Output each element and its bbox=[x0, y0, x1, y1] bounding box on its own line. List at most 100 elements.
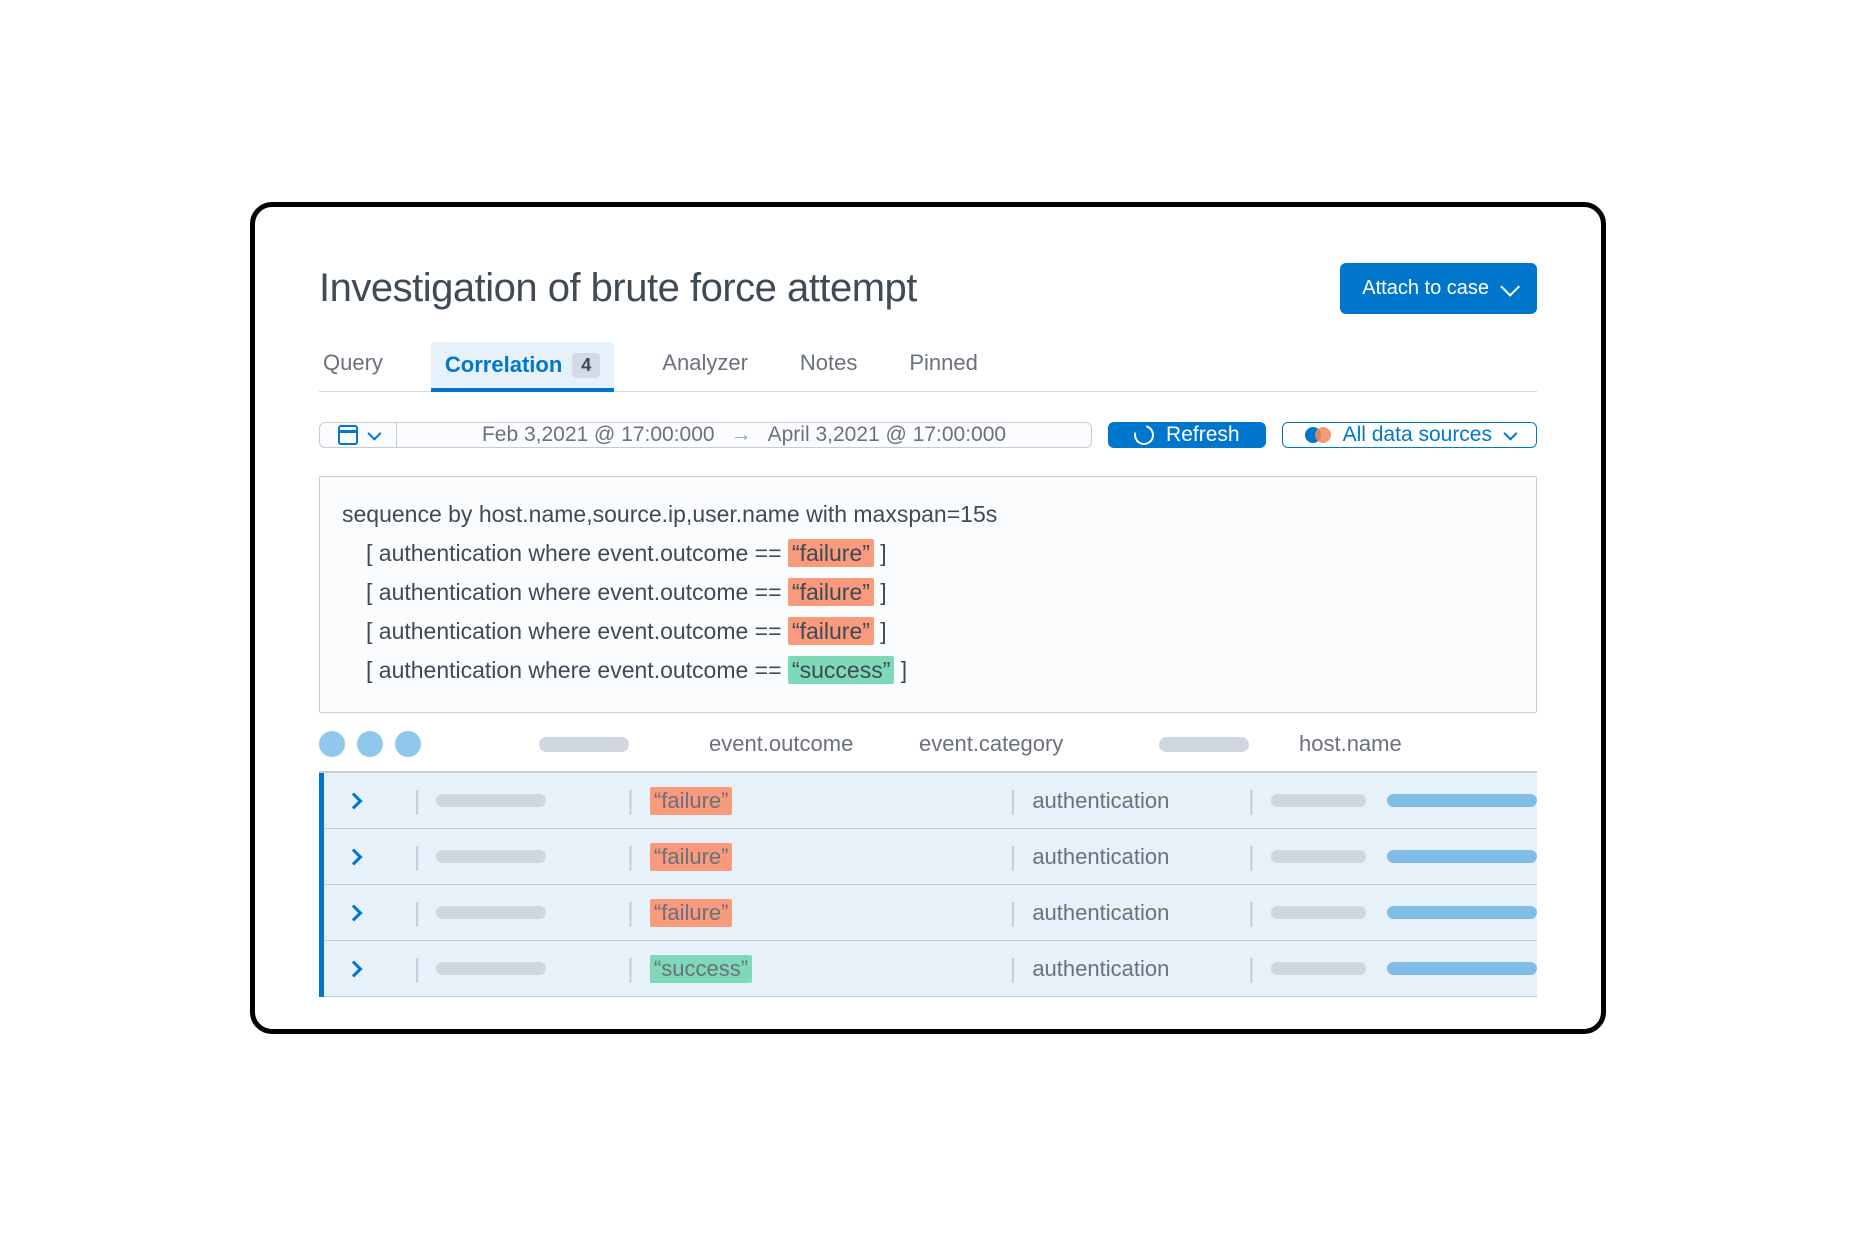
data-sources-button[interactable]: All data sources bbox=[1282, 422, 1537, 448]
tab-notes-label: Notes bbox=[800, 350, 857, 376]
tab-pinned-label: Pinned bbox=[909, 350, 978, 376]
cell-placeholder: | bbox=[1248, 897, 1387, 928]
outcome-value: “failure” bbox=[650, 787, 733, 815]
placeholder-pill bbox=[436, 850, 546, 863]
date-range-display: Feb 3,2021 @ 17:00:000 → April 3,2021 @ … bbox=[397, 423, 1091, 447]
tab-pinned[interactable]: Pinned bbox=[905, 344, 982, 390]
placeholder-pill bbox=[1387, 794, 1537, 807]
refresh-button[interactable]: Refresh bbox=[1108, 422, 1266, 448]
toolbar: Feb 3,2021 @ 17:00:000 → April 3,2021 @ … bbox=[319, 422, 1537, 448]
col-event-outcome[interactable]: event.outcome bbox=[709, 731, 853, 757]
chevron-right-icon bbox=[346, 848, 363, 865]
outcome-value: “failure” bbox=[650, 843, 733, 871]
data-sources-icon bbox=[1305, 427, 1331, 443]
outcome-value: “failure” bbox=[650, 899, 733, 927]
page-title: Investigation of brute force attempt bbox=[319, 266, 917, 311]
col-event-category[interactable]: event.category bbox=[919, 731, 1063, 757]
cell-event-category: |authentication bbox=[1010, 897, 1248, 928]
cell-host-name bbox=[1387, 906, 1537, 919]
chevron-down-icon bbox=[1503, 427, 1517, 441]
date-to: April 3,2021 @ 17:00:000 bbox=[768, 423, 1007, 447]
app-window: Investigation of brute force attempt Att… bbox=[250, 202, 1606, 1034]
cell-placeholder: | bbox=[414, 841, 628, 872]
eql-query-panel[interactable]: sequence by host.name,source.ip,user.nam… bbox=[319, 476, 1537, 713]
table-row[interactable]: ||“failure”|authentication| bbox=[324, 829, 1537, 885]
attach-to-case-label: Attach to case bbox=[1362, 277, 1489, 300]
tab-query[interactable]: Query bbox=[319, 344, 387, 390]
col-host-name[interactable]: host.name bbox=[1299, 731, 1402, 757]
date-from: Feb 3,2021 @ 17:00:000 bbox=[482, 423, 715, 447]
tabs: Query Correlation 4 Analyzer Notes Pinne… bbox=[319, 342, 1537, 392]
tab-analyzer[interactable]: Analyzer bbox=[658, 344, 752, 390]
outcome-token: “success” bbox=[788, 656, 894, 684]
placeholder-pill bbox=[436, 962, 546, 975]
category-value: authentication bbox=[1032, 788, 1169, 814]
placeholder-pill bbox=[1159, 737, 1249, 752]
cell-placeholder: | bbox=[414, 953, 628, 984]
date-range-picker[interactable]: Feb 3,2021 @ 17:00:000 → April 3,2021 @ … bbox=[319, 422, 1092, 448]
outcome-token: “failure” bbox=[788, 578, 874, 606]
cell-event-category: |authentication bbox=[1010, 953, 1248, 984]
expand-row-toggle[interactable] bbox=[324, 851, 414, 863]
cell-placeholder: | bbox=[1248, 953, 1387, 984]
query-line: sequence by host.name,source.ip,user.nam… bbox=[342, 495, 1514, 534]
arrow-right-icon: → bbox=[731, 423, 752, 447]
placeholder-pill bbox=[436, 906, 546, 919]
cell-placeholder: | bbox=[1248, 785, 1387, 816]
category-value: authentication bbox=[1032, 956, 1169, 982]
cell-placeholder: | bbox=[414, 897, 628, 928]
tab-analyzer-label: Analyzer bbox=[662, 350, 748, 376]
attach-to-case-button[interactable]: Attach to case bbox=[1340, 263, 1537, 314]
cell-placeholder: | bbox=[1248, 841, 1387, 872]
cell-host-name bbox=[1387, 850, 1537, 863]
tab-query-label: Query bbox=[323, 350, 383, 376]
refresh-label: Refresh bbox=[1166, 423, 1240, 447]
cell-event-outcome: |“success” bbox=[627, 953, 801, 984]
cell-host-name bbox=[1387, 794, 1537, 807]
tab-correlation[interactable]: Correlation 4 bbox=[431, 342, 614, 392]
calendar-icon bbox=[338, 425, 358, 445]
cell-host-name bbox=[1387, 962, 1537, 975]
expand-row-toggle[interactable] bbox=[324, 963, 414, 975]
chevron-down-icon bbox=[367, 427, 381, 441]
row-actions-header bbox=[319, 731, 539, 757]
placeholder-pill bbox=[1387, 850, 1537, 863]
dot-icon bbox=[395, 731, 421, 757]
chevron-right-icon bbox=[346, 960, 363, 977]
refresh-icon bbox=[1130, 421, 1157, 448]
placeholder-pill bbox=[539, 737, 629, 752]
tab-notes[interactable]: Notes bbox=[796, 344, 861, 390]
placeholder-pill bbox=[1271, 906, 1366, 919]
tab-correlation-badge: 4 bbox=[572, 353, 600, 378]
placeholder-pill bbox=[436, 794, 546, 807]
category-value: authentication bbox=[1032, 844, 1169, 870]
outcome-token: “failure” bbox=[788, 617, 874, 645]
expand-row-toggle[interactable] bbox=[324, 795, 414, 807]
cell-event-outcome: |“failure” bbox=[627, 897, 801, 928]
chevron-right-icon bbox=[346, 904, 363, 921]
query-clause: [ authentication where event.outcome == … bbox=[342, 534, 1514, 573]
cell-event-outcome: |“failure” bbox=[627, 785, 801, 816]
dot-icon bbox=[319, 731, 345, 757]
date-picker-toggle[interactable] bbox=[320, 423, 397, 447]
outcome-token: “failure” bbox=[788, 539, 874, 567]
placeholder-pill bbox=[1387, 906, 1537, 919]
cell-placeholder: | bbox=[414, 785, 628, 816]
table-row[interactable]: ||“success”|authentication| bbox=[324, 941, 1537, 997]
query-clause: [ authentication where event.outcome == … bbox=[342, 651, 1514, 690]
cell-event-category: |authentication bbox=[1010, 785, 1248, 816]
table-row[interactable]: ||“failure”|authentication| bbox=[324, 773, 1537, 829]
placeholder-pill bbox=[1387, 962, 1537, 975]
category-value: authentication bbox=[1032, 900, 1169, 926]
results-body: ||“failure”|authentication|||“failure”|a… bbox=[319, 773, 1537, 997]
placeholder-pill bbox=[1271, 850, 1366, 863]
query-clause: [ authentication where event.outcome == … bbox=[342, 573, 1514, 612]
expand-row-toggle[interactable] bbox=[324, 907, 414, 919]
tab-correlation-label: Correlation bbox=[445, 352, 562, 378]
dot-icon bbox=[357, 731, 383, 757]
placeholder-pill bbox=[1271, 794, 1366, 807]
cell-event-category: |authentication bbox=[1010, 841, 1248, 872]
placeholder-pill bbox=[1271, 962, 1366, 975]
table-row[interactable]: ||“failure”|authentication| bbox=[324, 885, 1537, 941]
data-sources-label: All data sources bbox=[1343, 423, 1492, 447]
